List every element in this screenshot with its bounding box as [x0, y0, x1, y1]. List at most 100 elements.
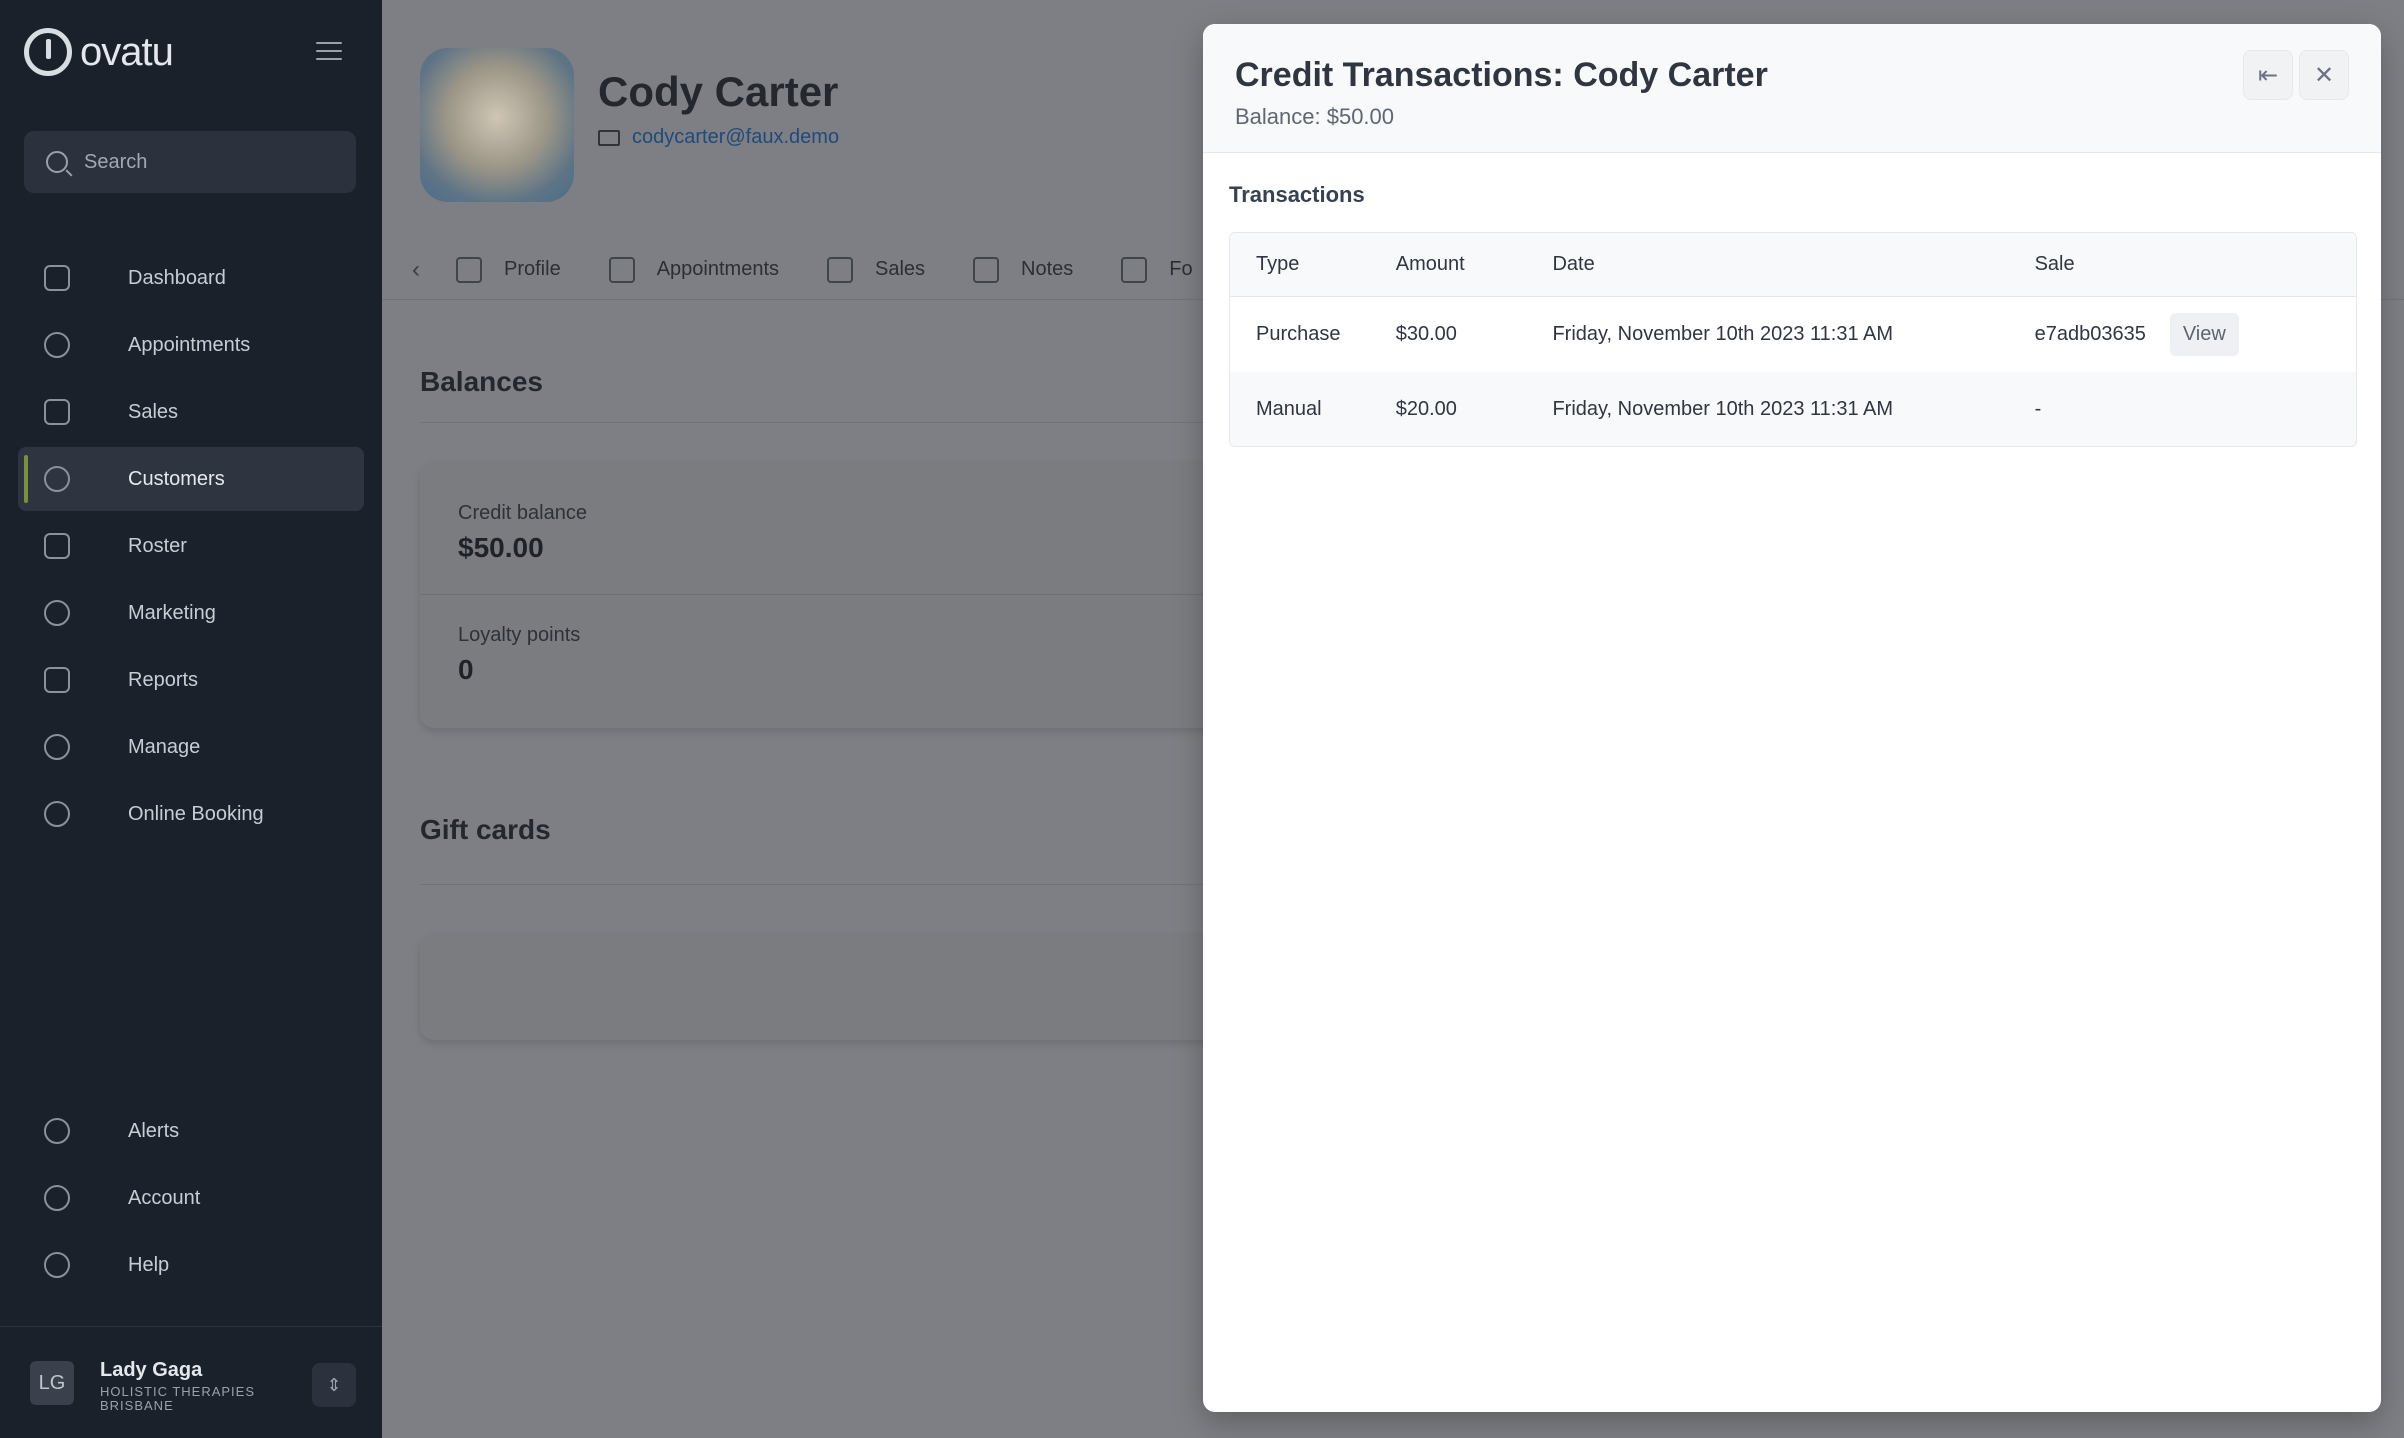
tab-sales[interactable]: Sales: [827, 256, 926, 283]
loyalty-points-value: 0: [458, 654, 474, 685]
bell-icon: [42, 1116, 72, 1146]
collapse-panel-icon[interactable]: ⇤: [2243, 50, 2293, 100]
balances-heading: Balances: [420, 366, 543, 397]
brand-name: ovatu: [80, 29, 174, 74]
modal-title: Credit Transactions: Cody Carter: [1235, 56, 1768, 94]
table-row: Purchase $30.00 Friday, November 10th 20…: [1230, 297, 2356, 372]
mail-icon: [598, 129, 620, 146]
sidebar-item-label: Reports: [128, 668, 199, 691]
user-switcher[interactable]: LG Lady Gaga HOLISTIC THERAPIES BRISBANE…: [0, 1326, 382, 1438]
column-header-date: Date: [1552, 253, 1595, 275]
sidebar-item-label: Help: [128, 1253, 170, 1276]
sidebar-item-online-booking[interactable]: Online Booking: [18, 782, 364, 846]
tab-appointments[interactable]: Appointments: [608, 256, 779, 283]
tab-profile[interactable]: Profile: [456, 256, 561, 283]
sidebar-item-label: Account: [128, 1186, 201, 1209]
person-icon: [456, 256, 482, 283]
ovatu-logo[interactable]: ovatu: [24, 28, 174, 76]
column-header-type: Type: [1256, 253, 1300, 275]
loyalty-points-label: Loyalty points: [458, 624, 581, 646]
form-icon: [1121, 256, 1148, 283]
cell-amount: $30.00: [1395, 323, 1457, 345]
tab-label: Profile: [504, 258, 561, 280]
column-header-sale: Sale: [2034, 253, 2075, 275]
search-placeholder: Search: [84, 150, 148, 173]
customer-photo: [420, 48, 574, 202]
sidebar-item-marketing[interactable]: Marketing: [18, 581, 364, 645]
sidebar-item-label: Dashboard: [128, 266, 226, 289]
calendar-icon: [42, 531, 72, 561]
transactions-table: Type Amount Date Sale Purchase $30.00 Fr…: [1229, 232, 2357, 447]
account-icon: [42, 1183, 72, 1213]
sidebar-item-alerts[interactable]: Alerts: [18, 1099, 364, 1163]
sidebar-item-help[interactable]: Help: [18, 1233, 364, 1297]
help-icon: [42, 1250, 72, 1280]
customer-name: Cody Carter: [598, 68, 839, 115]
close-icon[interactable]: ✕: [2299, 50, 2349, 100]
sidebar-item-label: Roster: [128, 534, 187, 557]
sidebar-item-appointments[interactable]: Appointments: [18, 313, 364, 377]
sidebar-item-roster[interactable]: Roster: [18, 514, 364, 578]
customer-email-text: codycarter@faux.demo: [632, 126, 840, 148]
user-name: Lady Gaga: [100, 1359, 203, 1381]
globe-icon: [42, 799, 72, 829]
table-header: Type Amount Date Sale: [1230, 233, 2356, 297]
sidebar-item-sales[interactable]: Sales: [18, 380, 364, 444]
hamburger-menu-icon[interactable]: [316, 42, 342, 62]
sale-id: e7adb03635: [2034, 323, 2146, 345]
cell-type: Manual: [1256, 397, 1322, 420]
receipt-icon: [827, 256, 853, 283]
gear-icon: [42, 732, 72, 762]
cell-sale: e7adb03635 View: [2035, 313, 2356, 356]
transactions-heading: Transactions: [1229, 182, 1365, 207]
gift-cards-heading: Gift cards: [420, 814, 551, 845]
sidebar: ovatu Search Dashboard Appointments Sale…: [0, 0, 382, 1438]
table-row: Manual $20.00 Friday, November 10th 2023…: [1230, 372, 2356, 446]
modal-balance: Balance: $50.00: [1235, 104, 1395, 129]
sidebar-item-dashboard[interactable]: Dashboard: [18, 246, 364, 310]
cell-sale: -: [2035, 398, 2356, 421]
chevron-up-down-icon[interactable]: ⇕: [312, 1363, 356, 1407]
tab-label: Sales: [875, 258, 926, 280]
sidebar-item-account[interactable]: Account: [18, 1166, 364, 1230]
calendar-clock-icon: [608, 256, 635, 283]
credit-transactions-modal: Credit Transactions: Cody Carter Balance…: [1203, 24, 2381, 1412]
cell-date: Friday, November 10th 2023 11:31 AM: [1552, 397, 1894, 420]
avatar: LG: [30, 1361, 74, 1405]
chart-icon: [42, 665, 72, 695]
tab-label: Notes: [1021, 258, 1074, 280]
sale-id: -: [2034, 397, 2042, 420]
sidebar-item-label: Sales: [128, 400, 179, 423]
credit-balance-value[interactable]: $50.00: [458, 532, 544, 564]
sidebar-item-label: Appointments: [128, 333, 251, 356]
sidebar-bottom-nav: Alerts Account Help: [18, 1099, 364, 1300]
cell-date: Friday, November 10th 2023 11:31 AM: [1552, 323, 1894, 345]
chevron-left-icon[interactable]: ‹: [396, 256, 436, 284]
sidebar-item-reports[interactable]: Reports: [18, 648, 364, 712]
user-organization: HOLISTIC THERAPIES BRISBANE: [100, 1384, 256, 1413]
cell-amount: $20.00: [1395, 397, 1457, 420]
tab-notes[interactable]: Notes: [973, 256, 1074, 283]
tag-icon: [42, 397, 72, 427]
note-icon: [973, 256, 1000, 283]
sidebar-item-customers[interactable]: Customers: [18, 447, 364, 511]
home-icon: [42, 263, 72, 293]
sidebar-item-label: Customers: [128, 467, 225, 490]
credit-balance-label: Credit balance: [458, 502, 587, 524]
megaphone-icon: [42, 598, 72, 628]
clock-icon: [42, 330, 72, 360]
sidebar-item-label: Marketing: [128, 601, 216, 624]
search-box[interactable]: Search: [24, 131, 356, 193]
customer-email[interactable]: codycarter@faux.demo: [598, 126, 839, 149]
tab-forms[interactable]: Fo: [1121, 256, 1193, 283]
users-icon: [42, 464, 72, 494]
sidebar-item-label: Online Booking: [128, 802, 264, 825]
search-icon: [46, 151, 68, 173]
balances-card: Credit balance $50.00 Loyalty points 0: [420, 462, 1320, 728]
tab-label: Appointments: [656, 258, 779, 280]
view-sale-button[interactable]: View: [2169, 313, 2239, 356]
gift-cards-card: [420, 934, 1320, 1040]
sidebar-nav: Dashboard Appointments Sales Customers R…: [18, 246, 364, 849]
tab-label: Fo: [1169, 258, 1193, 280]
sidebar-item-manage[interactable]: Manage: [18, 715, 364, 779]
